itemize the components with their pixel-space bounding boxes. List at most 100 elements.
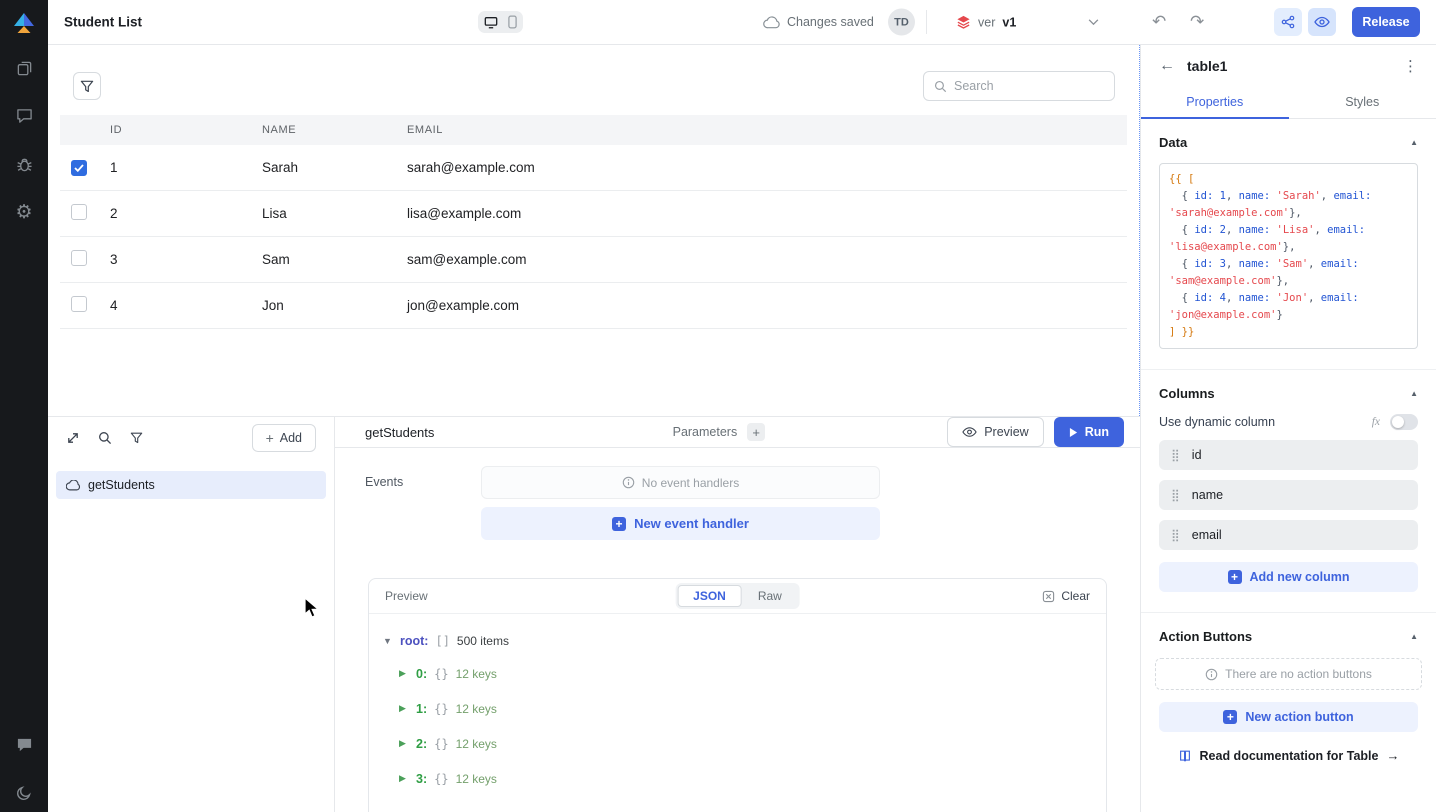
cloud-saved-icon [763, 16, 780, 29]
row-checkbox[interactable] [71, 250, 87, 266]
preview-tab-json[interactable]: JSON [677, 585, 742, 607]
json-tree-node[interactable]: ▶2:{}12 keys [399, 726, 1092, 761]
column-name: id [1192, 448, 1202, 462]
info-icon [1205, 668, 1218, 681]
json-tree-items: ▶0:{}12 keys▶1:{}12 keys▶2:{}12 keys▶3:{… [383, 656, 1092, 796]
add-parameter-button[interactable]: + [747, 423, 765, 441]
table-widget[interactable]: IDNAMEEMAIL 1Sarahsarah@example.com2Lisa… [60, 115, 1127, 329]
search-input[interactable] [954, 79, 1104, 93]
undo-icon[interactable]: ↶ [1152, 12, 1166, 32]
expand-arrow-icon[interactable]: ▶ [399, 738, 409, 749]
avatar[interactable]: TD [888, 9, 915, 36]
table-row[interactable]: 4Jonjon@example.com [60, 283, 1127, 329]
json-tree-node[interactable]: ▶1:{}12 keys [399, 691, 1092, 726]
collapse-arrow-icon[interactable]: ▼ [383, 636, 393, 646]
redo-icon[interactable]: ↷ [1190, 12, 1204, 32]
query-title[interactable]: getStudents [365, 425, 434, 440]
json-tree-root[interactable]: ▼ root: [] 500 items [383, 626, 1092, 656]
table-row[interactable]: 3Samsam@example.com [60, 237, 1127, 283]
preview-tab-raw[interactable]: Raw [742, 585, 798, 607]
share-button[interactable] [1274, 8, 1302, 36]
expand-arrow-icon[interactable]: ▶ [399, 773, 409, 784]
tab-styles[interactable]: Styles [1289, 87, 1436, 119]
json-tree-node[interactable]: ▶3:{}12 keys [399, 761, 1092, 796]
search-icon[interactable] [98, 431, 112, 445]
version-selector[interactable]: ver v1 [956, 15, 1016, 30]
drag-handle-icon[interactable]: ⣿ [1171, 488, 1180, 502]
chat-icon[interactable] [13, 734, 35, 756]
cell-email: sarah@example.com [407, 160, 1127, 175]
code-line: {{ [ [1169, 171, 1408, 188]
desktop-icon[interactable] [484, 16, 498, 29]
table-filter-button[interactable] [73, 72, 101, 100]
query-list-item[interactable]: getStudents [56, 471, 326, 499]
row-checkbox[interactable] [71, 296, 87, 312]
column-item-id[interactable]: ⣿ id [1159, 440, 1418, 470]
new-action-button[interactable]: + New action button [1159, 702, 1418, 732]
sort-icon[interactable] [66, 431, 80, 445]
column-item-name[interactable]: ⣿name [1159, 480, 1418, 510]
code-line: ] }} [1169, 324, 1408, 341]
column-header[interactable]: NAME [262, 124, 407, 136]
table-row[interactable]: 2Lisalisa@example.com [60, 191, 1127, 237]
json-tree-node[interactable]: ▶0:{}12 keys [399, 656, 1092, 691]
node-type: {} [434, 772, 448, 786]
app-title: Student List [64, 15, 142, 30]
add-query-button[interactable]: +Add [252, 424, 316, 452]
drag-handle-icon[interactable]: ⣿ [1171, 448, 1180, 462]
preview-button[interactable]: Preview [947, 417, 1043, 447]
add-new-column-button[interactable]: + Add new column [1159, 562, 1418, 592]
column-header[interactable]: EMAIL [407, 124, 1127, 136]
tooljet-logo[interactable] [11, 10, 37, 36]
clear-button[interactable]: Clear [1042, 589, 1090, 603]
canvas-mode-toggle[interactable] [478, 11, 523, 33]
expand-arrow-icon[interactable]: ▶ [399, 703, 409, 714]
release-button[interactable]: Release [1352, 7, 1420, 37]
no-event-handlers: No event handlers [481, 466, 880, 499]
debugger-icon[interactable] [13, 153, 35, 175]
fx-icon[interactable]: fx [1372, 416, 1380, 428]
info-icon [622, 476, 635, 489]
new-event-handler-button[interactable]: + New event handler [481, 507, 880, 540]
table-row[interactable]: 1Sarahsarah@example.com [60, 145, 1127, 191]
collapse-icon[interactable]: ▲ [1410, 138, 1418, 147]
clear-icon [1042, 590, 1055, 603]
collapse-icon[interactable]: ▲ [1410, 389, 1418, 398]
table-search[interactable] [923, 71, 1115, 101]
query-editor-header: getStudents Parameters + Preview Run [335, 417, 1140, 448]
moon-icon[interactable] [13, 782, 35, 804]
table-header: IDNAMEEMAIL [60, 115, 1127, 145]
pages-icon[interactable] [13, 57, 35, 79]
preview-title: Preview [385, 589, 428, 603]
drag-handle-icon[interactable]: ⣿ [1171, 528, 1180, 542]
back-arrow-icon[interactable]: ← [1159, 57, 1175, 75]
table-body: 1Sarahsarah@example.com2Lisalisa@example… [60, 145, 1127, 329]
tab-properties[interactable]: Properties [1141, 87, 1289, 119]
filter-icon[interactable] [130, 432, 143, 444]
node-meta: 12 keys [456, 667, 497, 681]
column-item-email[interactable]: ⣿email [1159, 520, 1418, 550]
app-preview-button[interactable] [1308, 8, 1336, 36]
preview-format-tabs: JSONRaw [675, 583, 800, 609]
chevron-down-icon[interactable] [1088, 19, 1099, 26]
node-type: {} [434, 737, 448, 751]
expand-arrow-icon[interactable]: ▶ [399, 668, 409, 679]
row-checkbox[interactable] [71, 160, 87, 176]
comments-icon[interactable] [13, 105, 35, 127]
kebab-menu-icon[interactable]: ⋮ [1403, 57, 1418, 75]
canvas[interactable]: IDNAMEEMAIL 1Sarahsarah@example.com2Lisa… [48, 45, 1140, 416]
read-docs-link[interactable]: Read documentation for Table → [1159, 748, 1418, 763]
data-code-editor[interactable]: {{ [ { id: 1, name: 'Sarah', email:'sara… [1159, 163, 1418, 349]
node-key: 3: [416, 772, 427, 786]
mobile-icon[interactable] [508, 15, 517, 29]
row-checkbox[interactable] [71, 204, 87, 220]
run-button[interactable]: Run [1054, 417, 1124, 447]
widget-name[interactable]: table1 [1187, 58, 1227, 74]
topbar: Student List Changes saved TD ver v1 ↶ ↷… [48, 0, 1436, 45]
property-pane-body: Data ▲ {{ [ { id: 1, name: 'Sarah', emai… [1141, 119, 1436, 812]
collapse-icon[interactable]: ▲ [1410, 632, 1418, 641]
dynamic-column-toggle[interactable] [1390, 414, 1418, 430]
app-root: ⚙ Student List Changes saved TD ver v1 [0, 0, 1436, 812]
settings-icon[interactable]: ⚙ [13, 201, 35, 223]
column-header[interactable]: ID [110, 124, 262, 136]
